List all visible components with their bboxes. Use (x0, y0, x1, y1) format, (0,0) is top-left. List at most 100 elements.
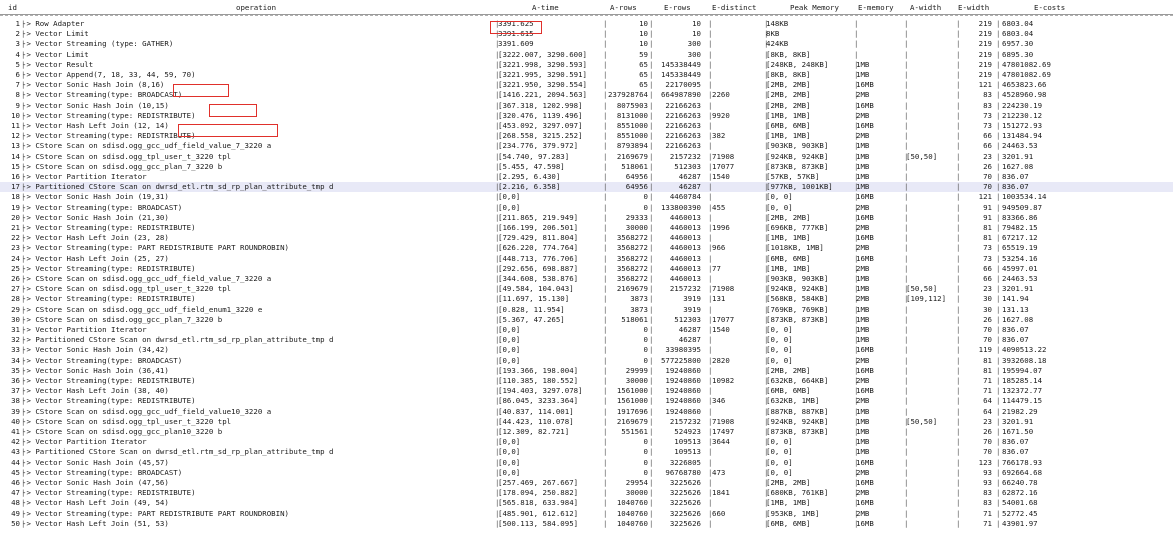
row-a-time: [12.309, 82.721] (498, 427, 570, 436)
column-divider: | (956, 365, 961, 375)
column-divider: | (603, 467, 608, 477)
row-id: 15 (11, 161, 20, 171)
row-peak-memory: [903KB, 903KB] (766, 274, 829, 283)
column-divider: | (21, 90, 26, 100)
row-e-distinct: 71908 (712, 416, 735, 426)
row-a-rows: 29954 (625, 478, 648, 487)
column-divider: | (956, 212, 961, 222)
row-e-rows: 4460013 (669, 223, 701, 232)
column-divider: | (21, 263, 26, 273)
column-divider: | (764, 29, 769, 39)
column-divider: | (764, 182, 769, 192)
row-peak-memory: [6MB, 6MB] (766, 121, 811, 130)
row-operation: -> CStore Scan on sdisd.ogg_tpl_user_t_3… (22, 284, 232, 294)
column-divider: | (904, 457, 909, 467)
column-divider: | (603, 365, 608, 375)
row-e-width: 64 (983, 396, 992, 406)
row-e-distinct: 966 (712, 243, 726, 253)
row-id: 21 (11, 223, 20, 232)
column-divider: | (708, 447, 713, 457)
column-divider: | (649, 518, 654, 528)
column-divider: | (495, 49, 500, 59)
column-divider: | (854, 467, 859, 477)
row-e-rows: 19240860 (665, 406, 701, 416)
column-divider: | (603, 110, 608, 120)
table-row: 48 -> Vector Hash Left Join (49, 54) [565… (0, 498, 1173, 508)
column-divider: | (649, 263, 654, 273)
column-divider: | (649, 335, 654, 345)
column-divider: | (495, 233, 500, 243)
row-e-memory: 1MB (856, 161, 870, 171)
column-divider: | (495, 447, 500, 457)
row-e-distinct: 346 (712, 396, 726, 406)
row-e-memory: 16MB (856, 233, 874, 243)
column-divider: | (603, 447, 608, 457)
column-divider: | (956, 406, 961, 416)
column-divider: | (904, 233, 909, 243)
row-e-distinct: 455 (712, 202, 726, 212)
table-row: 24 -> Vector Hash Left Join (25, 27) [448… (0, 254, 1173, 264)
row-e-costs: 65519.19 (1002, 243, 1038, 253)
column-divider: | (904, 304, 909, 314)
column-divider: | (21, 325, 26, 334)
row-e-costs: 766178.93 (1002, 457, 1043, 467)
row-e-costs: 1627.08 (1002, 161, 1034, 171)
column-divider: | (996, 274, 1001, 283)
row-a-rows: 59 (639, 49, 648, 59)
column-divider: | (603, 314, 608, 324)
row-e-rows: 19240860 (665, 376, 701, 385)
column-divider: | (495, 376, 500, 385)
column-divider: | (854, 447, 859, 457)
column-divider: | (649, 223, 654, 232)
column-divider: | (603, 335, 608, 345)
row-e-distinct: 17077 (712, 314, 735, 324)
column-divider: | (495, 29, 500, 39)
column-divider: | (904, 386, 909, 396)
table-row: 35 -> Vector Sonic Hash Join (36,41) [193… (0, 366, 1173, 376)
column-divider: | (21, 498, 26, 508)
row-operation: -> Vector Streaming(type: REDISTRIBUTE) (22, 223, 196, 232)
row-id: 19 (11, 202, 20, 212)
row-a-time: [178.094, 250.882] (498, 488, 579, 498)
column-divider: | (996, 335, 1001, 345)
row-e-width: 73 (983, 243, 992, 253)
row-id: 49 (11, 508, 20, 518)
column-divider: | (21, 141, 26, 151)
row-peak-memory: [0, 0] (766, 447, 793, 457)
row-e-memory: 2MB (856, 355, 870, 365)
column-divider: | (996, 304, 1001, 314)
column-divider: | (854, 19, 859, 28)
column-divider: | (764, 416, 769, 426)
row-e-memory: 1MB (856, 325, 870, 334)
row-e-costs: 836.07 (1002, 182, 1029, 192)
column-divider: | (649, 437, 654, 447)
row-a-time: [2.295, 6.430] (498, 172, 561, 181)
column-divider: | (854, 478, 859, 487)
row-e-width: 73 (983, 110, 992, 120)
column-divider: | (21, 294, 26, 304)
row-operation: -> Vector Sonic Hash Join (34,42) (22, 345, 169, 355)
row-e-rows: 3225626 (669, 478, 701, 487)
column-divider: | (956, 131, 961, 141)
column-divider: | (996, 376, 1001, 385)
table-row: 18 -> Vector Sonic Hash Join (19,31) [0,0… (0, 192, 1173, 202)
column-divider: | (764, 243, 769, 253)
row-e-rows: 10 (692, 19, 701, 28)
row-operation: -> Vector Result (22, 59, 94, 69)
column-divider: | (708, 223, 713, 232)
column-divider: | (21, 284, 26, 294)
row-e-width: 81 (983, 233, 992, 243)
column-divider: | (854, 29, 859, 39)
column-divider: | (649, 59, 654, 69)
row-operation: -> Vector Streaming(type: REDISTRIBUTE) (22, 263, 196, 273)
column-divider: | (21, 314, 26, 324)
row-e-costs: 836.07 (1002, 335, 1029, 345)
row-e-rows: 19240860 (665, 365, 701, 375)
table-row: 40 -> CStore Scan on sdisd.ogg_tpl_user_… (0, 417, 1173, 427)
row-e-memory: 1MB (856, 406, 870, 416)
row-a-rows: 3568272 (616, 274, 648, 283)
column-divider: | (854, 121, 859, 130)
column-divider: | (649, 202, 654, 212)
row-a-rows: 0 (643, 467, 648, 477)
table-row: 50 -> Vector Hash Left Join (51, 53) [500… (0, 519, 1173, 529)
